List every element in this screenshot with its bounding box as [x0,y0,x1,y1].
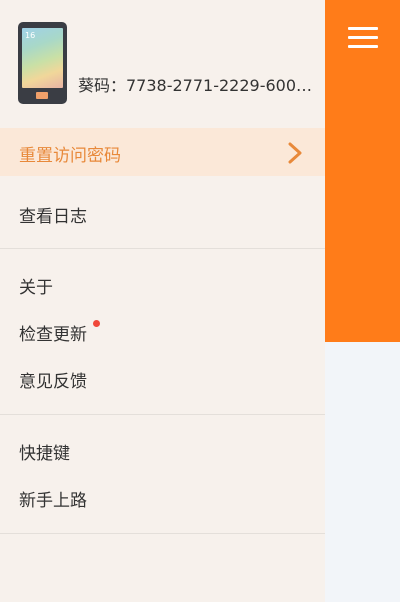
phone-screen: 16 [22,28,63,88]
menu-item-label: 快捷键 [19,444,70,464]
menu-item-reset-password[interactable]: 重置访问密码 [0,128,325,176]
menu-item-feedback[interactable]: 意见反馈 [0,354,325,402]
hamburger-line [348,45,378,48]
hamburger-line [348,36,378,39]
phone-icon: 16 [18,22,67,104]
divider [0,533,325,534]
menu-item-label: 关于 [19,278,53,298]
main-header-bar [325,0,400,342]
menu-item-label: 检查更新 [19,325,87,345]
menu-item-view-log[interactable]: 查看日志 [0,189,325,237]
menu-item-about[interactable]: 关于 [0,260,325,308]
device-code: 葵码：7738-2771-2229-6000-... [78,76,318,95]
divider [0,248,325,249]
menu-item-check-update[interactable]: 检查更新 [0,307,325,355]
hamburger-menu-icon[interactable] [348,27,378,49]
menu-item-label: 重置访问密码 [19,146,121,166]
menu-item-label: 新手上路 [19,491,87,511]
menu-item-label: 查看日志 [19,207,87,227]
phone-clock: 16 [25,31,36,40]
chevron-right-icon [288,142,302,164]
phone-home-button [36,92,48,99]
menu-item-shortcuts[interactable]: 快捷键 [0,426,325,474]
notification-dot-icon [93,320,100,327]
hamburger-line [348,27,378,30]
menu-item-beginner-guide[interactable]: 新手上路 [0,473,325,521]
divider [0,414,325,415]
device-header: 16 葵码：7738-2771-2229-6000-... [0,0,325,126]
navigation-drawer: 16 葵码：7738-2771-2229-6000-... 重置访问密码 查看日… [0,0,325,602]
app-screen: 16 葵码：7738-2771-2229-6000-... 重置访问密码 查看日… [0,0,400,602]
menu-item-label: 意见反馈 [19,372,87,392]
